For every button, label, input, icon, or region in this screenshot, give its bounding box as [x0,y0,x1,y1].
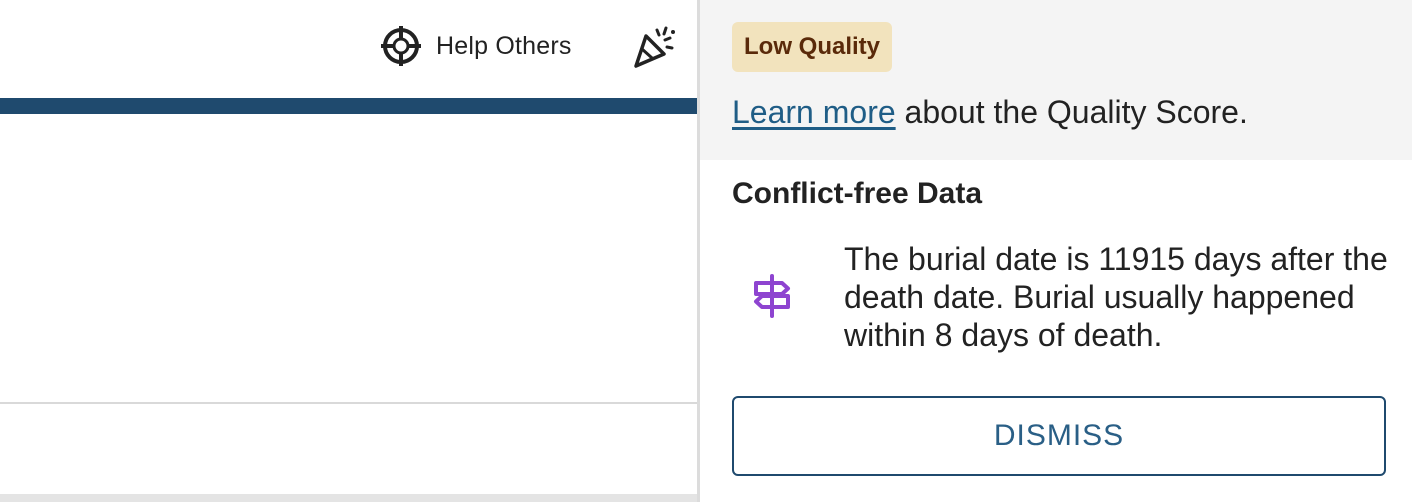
quality-panel: Low Quality Learn more about the Quality… [700,0,1412,502]
quality-badge: Low Quality [732,22,893,72]
celebrate-button[interactable] [630,22,678,70]
help-others-button[interactable]: Help Others [380,24,572,68]
page: Help Others Low Quality Learn more about… [0,0,1412,502]
help-others-label: Help Others [436,31,572,60]
bottom-strip [0,494,698,502]
top-toolbar: Help Others [0,0,698,98]
quality-panel-header: Low Quality Learn more about the Quality… [700,0,1412,160]
content-divider [0,402,698,404]
header-accent-bar [0,98,698,114]
learn-more-suffix: about the Quality Score. [895,94,1248,130]
section-title: Conflict-free Data [732,177,983,210]
issue-text: The burial date is 11915 days after the … [844,241,1388,353]
main-area: Help Others [0,0,698,502]
crosshair-icon [381,26,421,66]
dismiss-button[interactable]: DISMISS [732,396,1386,476]
issue-item: The burial date is 11915 days after the … [732,240,1392,360]
learn-more-line: Learn more about the Quality Score. [732,92,1402,132]
signpost-icon [752,274,792,318]
learn-more-link[interactable]: Learn more [732,94,896,130]
party-popper-icon [634,26,675,68]
